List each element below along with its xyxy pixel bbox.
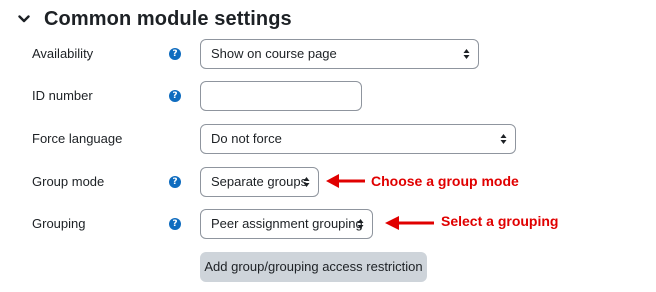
grouping-annotation: Select a grouping <box>384 212 558 232</box>
grouping-annotation-text: Select a grouping <box>441 213 559 229</box>
group-mode-select[interactable]: Separate groups <box>200 167 319 197</box>
arrow-left-icon <box>385 216 434 230</box>
group-mode-annotation-text: Choose a group mode <box>371 173 519 189</box>
add-access-restriction-button[interactable]: Add group/grouping access restriction <box>200 252 427 282</box>
sort-arrows-icon <box>500 134 507 144</box>
sort-arrows-icon <box>463 49 470 59</box>
chevron-down-icon[interactable] <box>14 9 34 29</box>
id-number-input[interactable] <box>200 81 362 111</box>
grouping-select-value: Peer assignment grouping <box>211 216 363 231</box>
sort-arrows-icon <box>357 219 364 229</box>
section-header[interactable]: Common module settings <box>14 4 292 34</box>
section-title: Common module settings <box>44 7 292 30</box>
grouping-label: Grouping <box>32 216 86 231</box>
help-icon[interactable]: ? <box>169 90 181 102</box>
help-icon[interactable]: ? <box>169 48 181 60</box>
group-mode-label: Group mode <box>32 174 105 189</box>
availability-row: Availability ? Show on course page <box>0 39 656 69</box>
group-mode-select-value: Separate groups <box>211 174 308 189</box>
force-language-label: Force language <box>32 131 123 146</box>
help-icon[interactable]: ? <box>169 176 181 188</box>
availability-select-value: Show on course page <box>211 46 337 61</box>
arrow-left-icon <box>326 174 365 188</box>
help-icon[interactable]: ? <box>169 218 181 230</box>
grouping-select[interactable]: Peer assignment grouping <box>200 209 373 239</box>
sort-arrows-icon <box>303 177 310 187</box>
id-number-label: ID number <box>32 88 93 103</box>
force-language-select-value: Do not force <box>211 131 282 146</box>
force-language-row: Force language Do not force <box>0 124 656 154</box>
group-mode-annotation: Choose a group mode <box>325 172 519 190</box>
availability-select[interactable]: Show on course page <box>200 39 479 69</box>
force-language-select[interactable]: Do not force <box>200 124 516 154</box>
availability-label: Availability <box>32 46 94 61</box>
id-number-row: ID number ? <box>0 81 656 111</box>
